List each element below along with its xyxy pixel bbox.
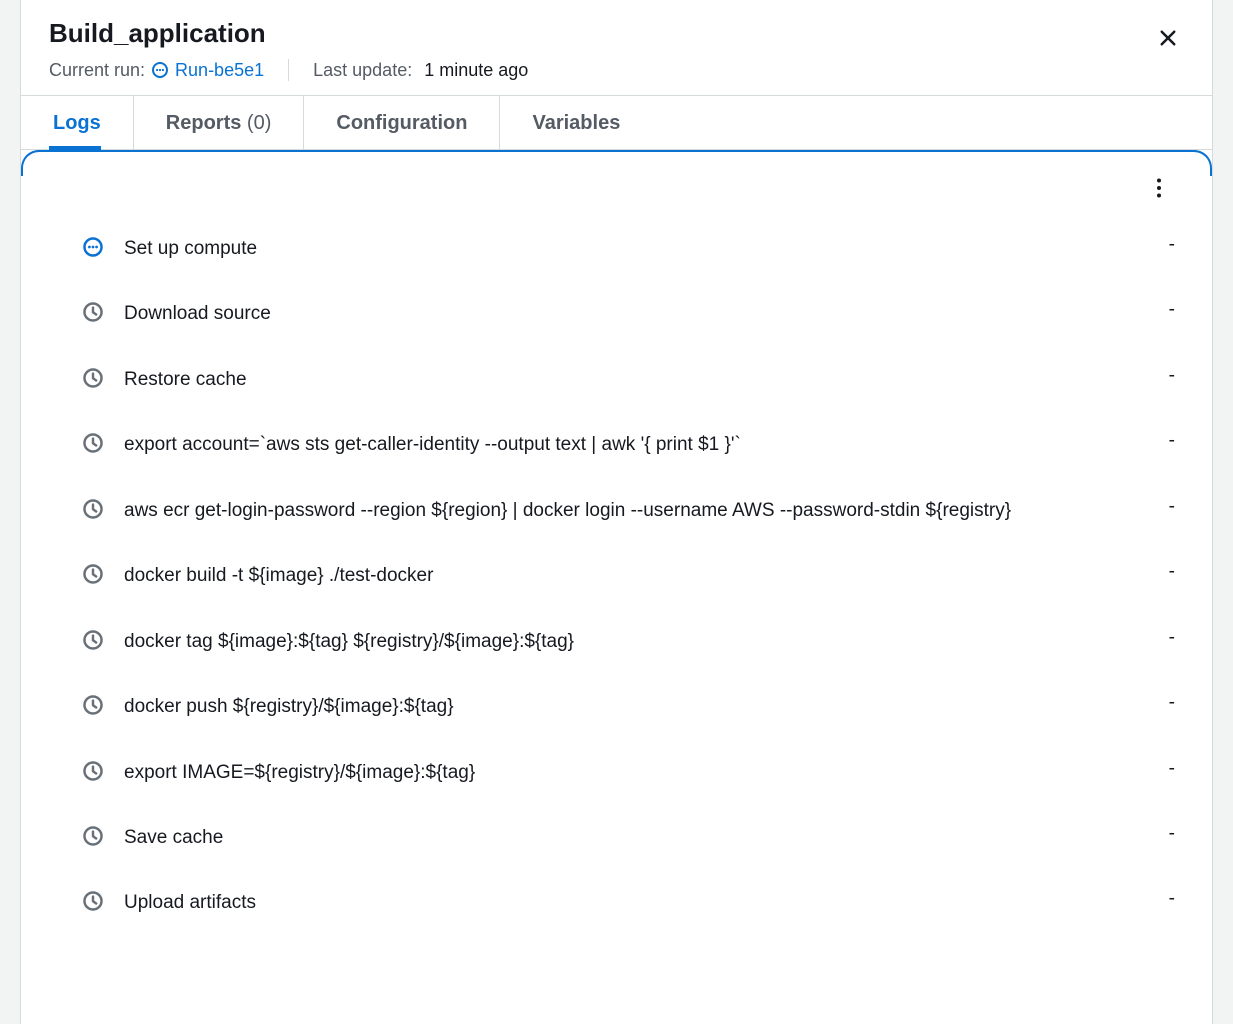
page-title: Build_application <box>49 18 1184 49</box>
logs-card: Set up compute-Download source-Restore c… <box>21 150 1212 1024</box>
panel-header: Build_application Current run: Run-be5e1… <box>21 0 1212 96</box>
step-duration: - <box>1169 627 1175 649</box>
tab-label: Configuration <box>336 112 467 134</box>
step-duration: - <box>1169 823 1175 845</box>
tab-reports[interactable]: Reports (0) <box>166 96 305 149</box>
pending-icon <box>82 301 104 323</box>
step-row[interactable]: Restore cache- <box>82 347 1175 412</box>
pending-icon <box>82 890 104 912</box>
pending-icon <box>82 629 104 651</box>
pending-icon <box>82 825 104 847</box>
current-run-link[interactable]: Run-be5e1 <box>151 60 264 81</box>
tab-configuration[interactable]: Configuration <box>336 96 500 149</box>
last-update-value: 1 minute ago <box>424 60 528 81</box>
meta-separator <box>288 59 289 81</box>
close-button[interactable] <box>1152 22 1184 54</box>
tab-logs[interactable]: Logs <box>49 96 134 149</box>
pending-icon <box>82 760 104 782</box>
step-duration: - <box>1169 365 1175 387</box>
step-text: Save cache <box>124 823 1149 852</box>
tab-label: Variables <box>532 112 620 134</box>
pending-icon <box>82 432 104 454</box>
close-icon <box>1158 28 1178 48</box>
kebab-icon <box>1156 178 1162 198</box>
tab-count: (0) <box>247 112 271 134</box>
steps-list: Set up compute-Download source-Restore c… <box>82 216 1175 936</box>
pending-icon <box>82 367 104 389</box>
step-text: docker tag ${image}:${tag} ${registry}/$… <box>124 627 1149 656</box>
step-duration: - <box>1169 888 1175 910</box>
pending-icon <box>82 563 104 585</box>
step-text: docker build -t ${image} ./test-docker <box>124 561 1149 590</box>
more-actions-button[interactable] <box>1143 172 1175 204</box>
in-progress-icon <box>82 236 104 258</box>
step-row[interactable]: export IMAGE=${registry}/${image}:${tag}… <box>82 740 1175 805</box>
step-text: Download source <box>124 299 1149 328</box>
last-update-label: Last update: <box>313 60 412 81</box>
tab-label: Reports <box>166 112 242 134</box>
pending-icon <box>82 498 104 520</box>
step-duration: - <box>1169 561 1175 583</box>
step-row[interactable]: docker build -t ${image} ./test-docker- <box>82 543 1175 608</box>
step-text: Restore cache <box>124 365 1149 394</box>
step-row[interactable]: Upload artifacts- <box>82 870 1175 935</box>
step-text: export IMAGE=${registry}/${image}:${tag} <box>124 758 1149 787</box>
pending-icon <box>82 694 104 716</box>
run-meta-row: Current run: Run-be5e1 Last update: 1 mi… <box>49 59 1184 81</box>
tab-variables[interactable]: Variables <box>532 96 652 149</box>
step-duration: - <box>1169 299 1175 321</box>
current-run-label: Current run: <box>49 60 145 81</box>
step-text: aws ecr get-login-password --region ${re… <box>124 496 1149 525</box>
content-wrap: Set up compute-Download source-Restore c… <box>21 150 1212 1024</box>
detail-panel: Build_application Current run: Run-be5e1… <box>20 0 1213 1024</box>
run-link-text: Run-be5e1 <box>175 60 264 81</box>
step-duration: - <box>1169 692 1175 714</box>
tab-label: Logs <box>53 112 101 134</box>
in-progress-icon <box>151 61 169 79</box>
step-text: export account=`aws sts get-caller-ident… <box>124 430 1149 459</box>
step-row[interactable]: aws ecr get-login-password --region ${re… <box>82 478 1175 543</box>
step-duration: - <box>1169 496 1175 518</box>
step-row[interactable]: docker tag ${image}:${tag} ${registry}/$… <box>82 609 1175 674</box>
step-text: Upload artifacts <box>124 888 1149 917</box>
step-row[interactable]: export account=`aws sts get-caller-ident… <box>82 412 1175 477</box>
step-row[interactable]: docker push ${registry}/${image}:${tag}- <box>82 674 1175 739</box>
card-actions <box>1143 172 1175 204</box>
step-duration: - <box>1169 234 1175 256</box>
step-duration: - <box>1169 758 1175 780</box>
step-text: Set up compute <box>124 234 1149 263</box>
step-row[interactable]: Download source- <box>82 281 1175 346</box>
step-row[interactable]: Save cache- <box>82 805 1175 870</box>
step-row[interactable]: Set up compute- <box>82 216 1175 281</box>
step-text: docker push ${registry}/${image}:${tag} <box>124 692 1149 721</box>
tabs: Logs Reports (0) Configuration Variables <box>21 96 1212 150</box>
step-duration: - <box>1169 430 1175 452</box>
